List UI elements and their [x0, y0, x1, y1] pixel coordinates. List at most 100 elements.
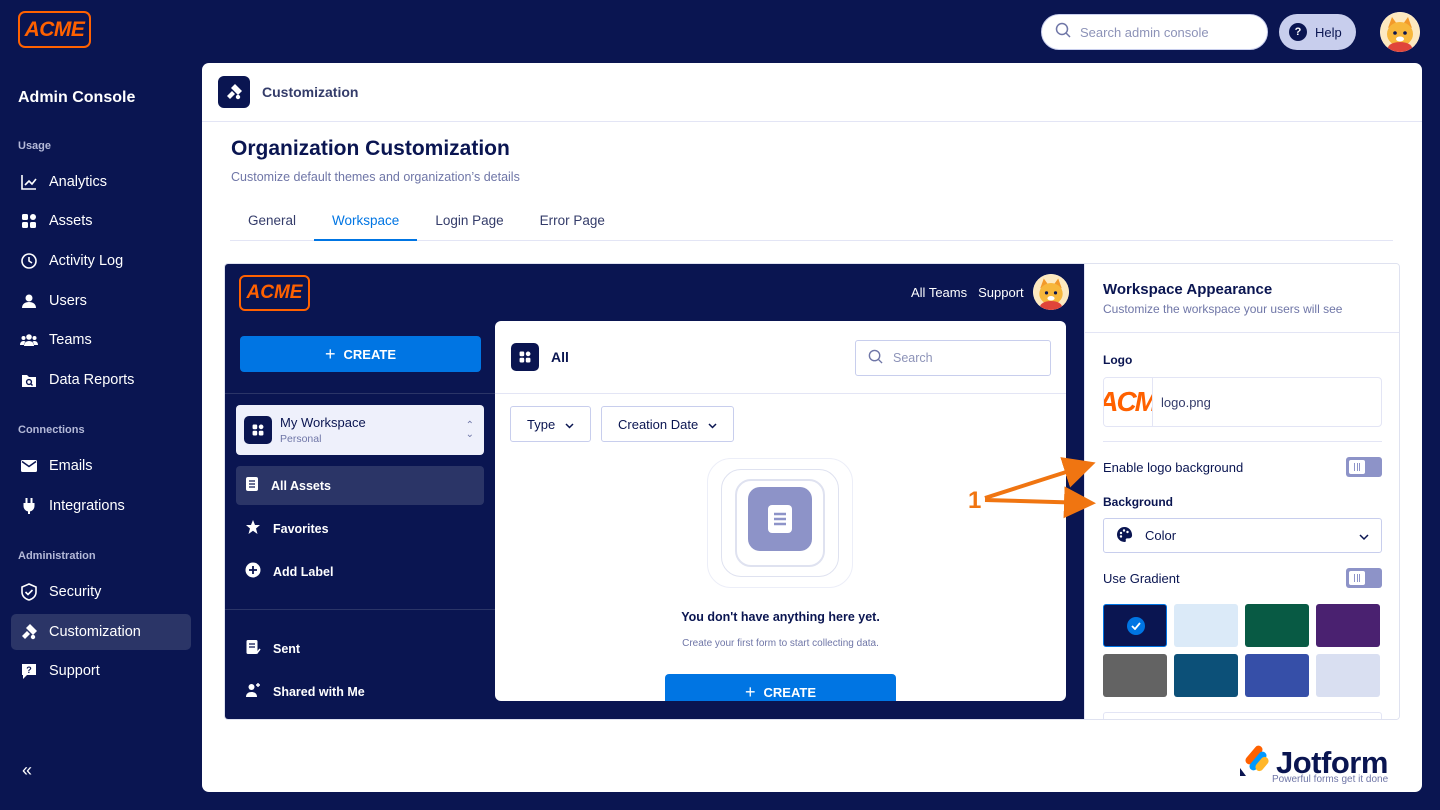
use-gradient-toggle[interactable]: [1346, 568, 1382, 588]
preview-nav-shared-with-me[interactable]: Shared with Me: [236, 672, 484, 711]
chevron-down-icon: [565, 417, 574, 432]
grid-icon: [511, 343, 539, 371]
page-subtitle: Customize default themes and organizatio…: [231, 170, 520, 184]
sidebar-item-data-reports[interactable]: Data Reports: [11, 362, 191, 398]
header-label: Customization: [262, 84, 359, 100]
preview-link-support[interactable]: Support: [978, 285, 1024, 300]
palette-icon: [1116, 526, 1133, 546]
plus-icon: +: [745, 682, 756, 701]
preview-nav-all-assets[interactable]: All Assets: [236, 466, 484, 505]
help-button[interactable]: ? Help: [1279, 14, 1356, 50]
preview-search-input[interactable]: Search: [855, 340, 1051, 376]
sidebar-item-integrations[interactable]: Integrations: [11, 488, 191, 524]
empty-document-icon: [748, 487, 812, 551]
tab-workspace[interactable]: Workspace: [314, 203, 418, 241]
color-swatch[interactable]: [1245, 654, 1309, 697]
grid-icon: [20, 212, 38, 230]
empty-state-subtitle: Create your first form to start collecti…: [682, 638, 879, 649]
preview-workspace-selector[interactable]: My Workspace Personal ⌃ ⌄: [236, 405, 484, 455]
plus-icon: +: [325, 344, 336, 364]
admin-search[interactable]: [1041, 14, 1268, 50]
sidebar-item-users[interactable]: Users: [11, 283, 191, 319]
preview-link-all-teams[interactable]: All Teams: [911, 285, 967, 300]
tab-login-page[interactable]: Login Page: [417, 203, 521, 241]
sidebar-item-analytics[interactable]: Analytics: [11, 164, 191, 200]
star-icon: [245, 519, 261, 538]
section-administration: Administration: [18, 550, 96, 562]
color-swatch[interactable]: [1174, 604, 1238, 647]
chevron-down-icon: [708, 417, 717, 432]
enable-logo-bg-label: Enable logo background: [1103, 460, 1244, 475]
color-swatch[interactable]: [1316, 604, 1380, 647]
sidebar-item-assets[interactable]: Assets: [11, 203, 191, 239]
divider: [1103, 441, 1382, 442]
plus-circle-icon: [245, 562, 261, 581]
workspace-preview: ACME All Teams Support + CREATE My Works…: [224, 263, 1400, 720]
background-select[interactable]: Color: [1103, 518, 1382, 553]
jotform-logo-icon: [1238, 742, 1272, 783]
mail-icon: [20, 457, 38, 475]
preview-nav-favorites[interactable]: Favorites: [236, 509, 484, 548]
color-swatch[interactable]: [1174, 654, 1238, 697]
appearance-subtitle: Customize the workspace your users will …: [1103, 302, 1343, 316]
page-title: Organization Customization: [231, 137, 510, 160]
color-swatch[interactable]: [1245, 604, 1309, 647]
preview-nav-add-label[interactable]: Add Label: [236, 552, 484, 591]
tab-error-page[interactable]: Error Page: [522, 203, 623, 241]
sidebar-item-support[interactable]: ? Support: [11, 653, 191, 689]
filter-creation-date[interactable]: Creation Date: [601, 406, 735, 442]
logo-upload[interactable]: ACM logo.png: [1103, 377, 1382, 427]
preview-create-button[interactable]: + CREATE: [240, 336, 481, 372]
main-header: Customization: [202, 63, 1422, 122]
paint-roller-icon: [20, 623, 38, 641]
background-label: Background: [1103, 495, 1174, 509]
tab-general[interactable]: General: [230, 203, 314, 241]
workspace-appearance-panel: Workspace Appearance Customize the works…: [1084, 264, 1399, 719]
color-input[interactable]: [1103, 712, 1382, 719]
sidebar-item-security[interactable]: Security: [11, 574, 191, 610]
color-swatch[interactable]: [1316, 654, 1380, 697]
workspace-type: Personal: [280, 433, 322, 445]
acme-logo[interactable]: ACME: [18, 11, 91, 48]
annotation-number: 1: [968, 487, 982, 514]
empty-create-button[interactable]: + CREATE: [665, 674, 896, 701]
report-icon: [20, 371, 38, 389]
user-avatar[interactable]: [1380, 12, 1420, 52]
svg-text:?: ?: [26, 665, 32, 675]
history-icon: [20, 252, 38, 270]
tab-bar: General Workspace Login Page Error Page: [230, 203, 1393, 241]
plug-icon: [20, 497, 38, 515]
color-swatch[interactable]: [1103, 654, 1167, 697]
sidebar-item-activity-log[interactable]: Activity Log: [11, 243, 191, 279]
preview-logo: ACME: [239, 275, 310, 311]
search-input[interactable]: [1080, 24, 1250, 40]
filter-type[interactable]: Type: [510, 406, 592, 442]
jotform-tagline: Powerful forms get it done: [1272, 774, 1389, 785]
sidebar-item-customization[interactable]: Customization: [11, 614, 191, 650]
shared-user-icon: [245, 682, 261, 701]
collapse-sidebar-icon[interactable]: «: [22, 760, 32, 781]
preview-divider: [225, 393, 495, 394]
preview-top-links: All Teams Support: [911, 285, 1024, 300]
question-icon: ?: [1289, 23, 1307, 41]
logo-thumbnail: ACM: [1104, 378, 1153, 426]
panel-title: All: [551, 349, 569, 365]
preview-avatar: [1033, 274, 1069, 310]
document-icon: [245, 476, 259, 495]
paint-roller-icon: [218, 76, 250, 108]
sidebar-item-emails[interactable]: Emails: [11, 448, 191, 484]
section-usage: Usage: [18, 140, 52, 152]
color-swatch[interactable]: [1103, 604, 1167, 647]
preview-nav-sent[interactable]: Sent: [236, 629, 484, 668]
appearance-title: Workspace Appearance: [1103, 281, 1273, 298]
enable-logo-bg-toggle[interactable]: [1346, 457, 1382, 477]
logo-file-name: logo.png: [1161, 394, 1211, 410]
workspace-name: My Workspace: [280, 415, 366, 430]
search-icon: [868, 349, 883, 367]
color-swatches: [1103, 604, 1385, 697]
sent-icon: [245, 639, 261, 658]
use-gradient-label: Use Gradient: [1103, 571, 1180, 586]
user-icon: [20, 292, 38, 310]
sidebar-item-teams[interactable]: Teams: [11, 322, 191, 358]
logo-label: Logo: [1103, 353, 1133, 367]
